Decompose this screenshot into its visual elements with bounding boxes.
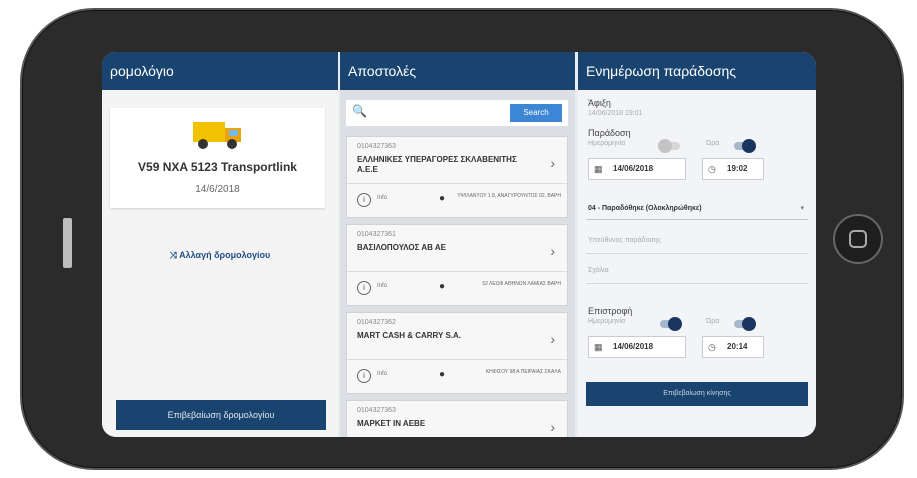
arrival-label: Άφιξη [588, 98, 611, 108]
chevron-right-icon[interactable]: › [550, 331, 555, 347]
return-time-field[interactable]: ◷ 20:14 [702, 336, 764, 358]
shipments-header: Αποστολές [340, 52, 575, 90]
route-header: ρομολόγιο [102, 52, 338, 90]
change-route-link[interactable]: ⤨ Αλλαγή δρομολογίου [102, 250, 338, 261]
return-time-toggle[interactable] [734, 317, 756, 331]
return-date-label: Ημερομηνία [588, 318, 626, 325]
shipment-address: ΚΗΦΙΣΟΥ 98 Α ΠΕΙΡΑΙΑΣ ΣΚΑΛΑ [485, 369, 561, 375]
shipment-name: MART CASH & CARRY S.A. [357, 331, 462, 340]
delivery-time-field[interactable]: ◷ 19:02 [702, 158, 764, 180]
delivery-label: Παράδοση [588, 128, 631, 138]
shipment-name: ΜΑΡΚΕΤ ΙΝ ΑΕΒΕ [357, 419, 426, 428]
chevron-right-icon[interactable]: › [550, 243, 555, 259]
delivery-update-header: Ενημέρωση παράδοσης [578, 52, 816, 90]
delivery-update-panel: Άφιξη 14/06/2018 19:01 Παράδοση Ημερομην… [578, 90, 816, 437]
return-date-toggle[interactable] [660, 317, 682, 331]
clock-icon: ◷ [708, 342, 716, 352]
shipment-card[interactable]: 0104327363 ΕΛΛΗΝΙΚΕΣ ΥΠΕΡΑΓΟΡΕΣ ΣΚΛΑΒΕΝΙ… [346, 136, 568, 218]
location-pin-icon: ● [439, 281, 446, 292]
return-time-label: Ώρα [706, 318, 720, 325]
shipment-card[interactable]: 0104327362 MART CASH & CARRY S.A. › i In… [346, 312, 568, 394]
calendar-icon: ▦ [594, 342, 603, 352]
return-label: Επιστροφή [588, 306, 633, 316]
shipment-name: ΕΛΛΗΝΙΚΕΣ ΥΠΕΡΑΓΟΡΕΣ ΣΚΛΑΒΕΝΙΤΗΣ Α.Ε.Ε [357, 155, 517, 174]
location-pin-icon: ● [439, 193, 446, 204]
truck-icon [193, 122, 241, 149]
calendar-icon: ▦ [594, 164, 603, 174]
shipment-name: ΒΑΣΙΛΟΠΟΥΛΟΣ ΑΒ ΑΕ [357, 243, 446, 252]
shipments-panel: 🔍 Search 0104327363 ΕΛΛΗΝΙΚΕΣ ΥΠΕΡΑΓΟΡΕΣ… [340, 90, 575, 437]
return-date-field[interactable]: ▦ 14/06/2018 [588, 336, 686, 358]
status-value: 04 - Παραδόθηκε (Ολοκληρώθηκε) [588, 205, 702, 212]
confirm-route-button[interactable]: Επιβεβαίωση δρομολογίου [116, 400, 326, 430]
info-label: Info [377, 195, 388, 201]
delivery-date-toggle[interactable] [658, 139, 680, 153]
search-input[interactable]: 🔍 Search [346, 100, 568, 126]
info-label: Info [377, 371, 388, 377]
delivery-date-label: Ημερομηνία [588, 140, 626, 147]
chevron-right-icon[interactable]: › [550, 419, 555, 435]
home-square-icon [849, 230, 867, 248]
home-button[interactable] [833, 214, 883, 264]
divider [347, 271, 567, 272]
app-screen: ρομολόγιο V59 NXA 5123 Transportlink 14/… [102, 52, 816, 437]
shipment-code: 0104327363 [357, 407, 396, 414]
divider [347, 359, 567, 360]
delivery-time-label: Ώρα [706, 140, 720, 147]
info-icon[interactable]: i [357, 281, 371, 295]
divider [347, 183, 567, 184]
notes-field[interactable]: Σχόλια [586, 258, 808, 284]
chevron-right-icon[interactable]: › [550, 155, 555, 171]
status-select[interactable]: 04 - Παραδόθηκε (Ολοκληρώθηκε) ▾ [586, 198, 808, 220]
search-icon: 🔍 [352, 104, 367, 118]
route-date: 14/6/2018 [195, 184, 240, 195]
info-icon[interactable]: i [357, 369, 371, 383]
info-icon[interactable]: i [357, 193, 371, 207]
shipment-address: 52 ΛΕΩΦ ΑΘΗΝΩΝ ΛΑΜΙΑΣ ΒΑΡΗ [482, 281, 561, 287]
info-label: Info [377, 283, 388, 289]
responsible-field[interactable]: Υπεύθυνος παράδοσης [586, 228, 808, 254]
location-pin-icon: ● [439, 369, 446, 380]
clock-icon: ◷ [708, 164, 716, 174]
shipment-card[interactable]: 0104327363 ΜΑΡΚΕΤ ΙΝ ΑΕΒΕ › [346, 400, 568, 437]
shipment-address: ΥΨΙΛΑΝΤΟΥ 1 8, ΑΝΑΓΥΡΟΥΝΤΟΣ 02, ΒΑΡΗ [457, 193, 561, 199]
confirm-movement-button[interactable]: Επιβεβαίωση κίνησης [586, 382, 808, 406]
route-panel: V59 NXA 5123 Transportlink 14/6/2018 ⤨ Α… [102, 90, 338, 437]
chevron-down-icon: ▾ [800, 205, 804, 212]
arrival-value: 14/06/2018 19:01 [588, 110, 643, 117]
shipment-code: 0104327363 [357, 143, 396, 150]
shipment-code: 0104327361 [357, 231, 396, 238]
shipment-card[interactable]: 0104327361 ΒΑΣΙΛΟΠΟΥΛΟΣ ΑΒ ΑΕ › i Info ●… [346, 224, 568, 306]
side-speaker [63, 218, 72, 268]
route-title: V59 NXA 5123 Transportlink [138, 160, 297, 174]
shipment-code: 0104327362 [357, 319, 396, 326]
search-button[interactable]: Search [510, 104, 562, 122]
delivery-time-toggle[interactable] [734, 139, 756, 153]
route-card: V59 NXA 5123 Transportlink 14/6/2018 [110, 108, 325, 208]
delivery-date-field[interactable]: ▦ 14/06/2018 [588, 158, 686, 180]
